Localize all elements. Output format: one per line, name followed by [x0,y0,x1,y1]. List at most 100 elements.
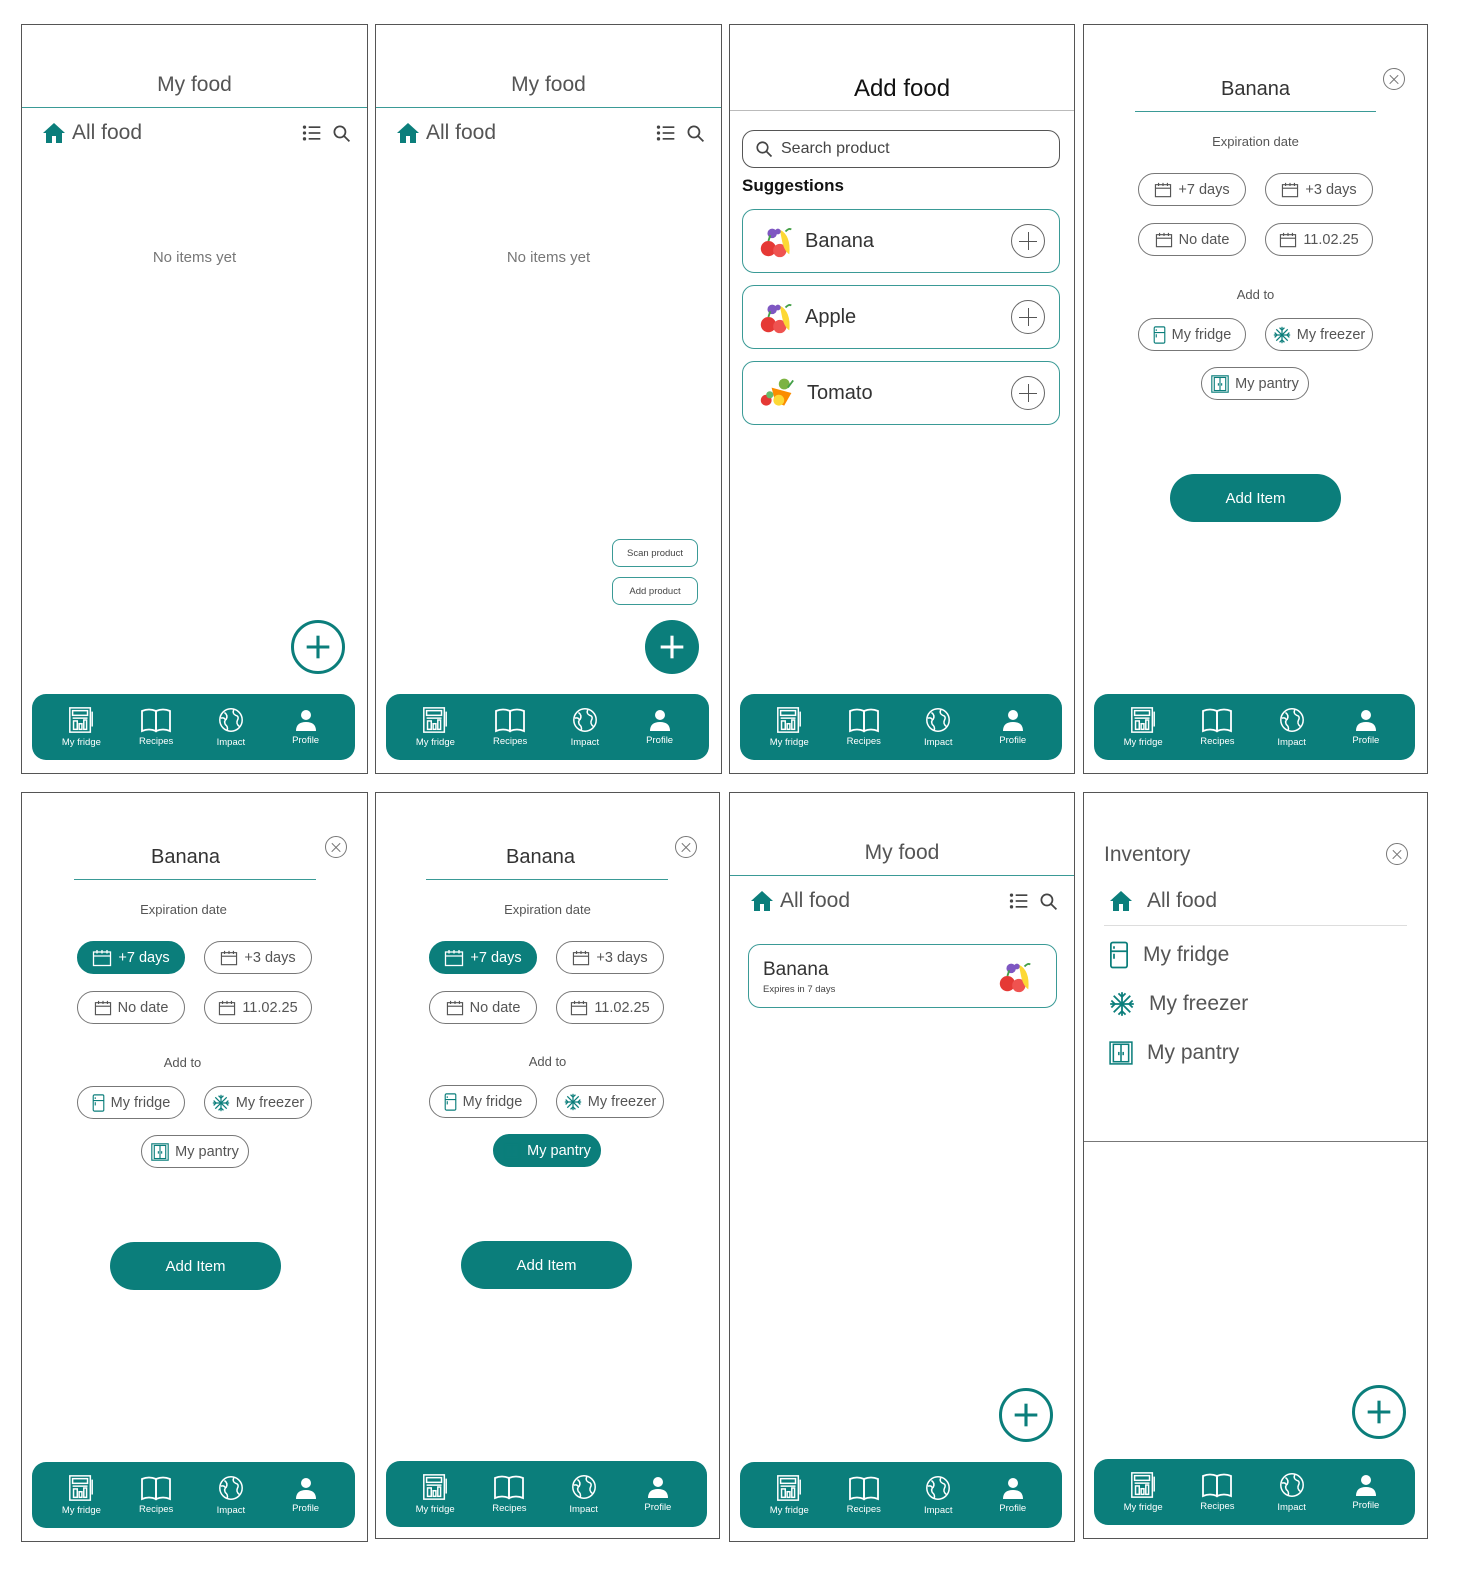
suggestion-item[interactable]: Banana [742,209,1060,273]
add-suggestion-button[interactable] [1011,224,1045,258]
nav-item-impact[interactable]: Impact [554,1473,614,1515]
list-view-icon[interactable] [302,123,322,143]
nav-item-impact[interactable]: Impact [1262,706,1322,748]
search-icon[interactable] [332,124,351,143]
nav-item-recipes[interactable]: Recipes [126,707,186,747]
nav-item-profile[interactable]: Profile [983,708,1043,746]
title-divider [426,879,668,880]
date-chip[interactable]: +3 days [204,941,312,974]
scan-product-button[interactable]: Scan product [612,539,698,567]
list-view-icon[interactable] [656,123,676,143]
date-chip[interactable]: No date [429,991,537,1024]
suggestion-item[interactable]: Apple [742,285,1060,349]
suggestion-item[interactable]: Tomato [742,361,1060,425]
add-fab-button[interactable] [645,620,699,674]
search-icon[interactable] [1039,892,1058,911]
add-suggestion-button[interactable] [1011,376,1045,410]
nav-item-profile[interactable]: Profile [628,1475,688,1513]
date-chip[interactable]: 11.02.25 [1265,223,1373,256]
nav-item-profile[interactable]: Profile [276,708,336,746]
inventory-item-freezer[interactable]: My freezer [1109,991,1248,1017]
add-item-button[interactable]: Add Item [1170,474,1341,522]
date-chip-selected[interactable]: +7 days [77,941,185,974]
date-chip[interactable]: No date [1138,223,1246,256]
inventory-item-pantry[interactable]: My pantry [1109,1041,1239,1065]
expiration-label: Expiration date [504,902,591,917]
date-chip[interactable]: +7 days [1138,173,1246,206]
location-chip[interactable]: My fridge [77,1086,185,1119]
nav-label: My fridge [1123,1502,1163,1513]
add-fab-button[interactable] [1352,1385,1406,1439]
date-chip[interactable]: No date [77,991,185,1024]
nav-item-my-fridge[interactable]: My fridge [759,1474,819,1516]
inventory-item-fridge[interactable]: My fridge [1109,941,1229,969]
nav-item-impact[interactable]: Impact [555,706,615,748]
nav-item-profile[interactable]: Profile [276,1476,336,1514]
location-chip[interactable]: My pantry [141,1135,249,1168]
close-icon[interactable] [675,836,697,858]
nav-item-profile[interactable]: Profile [1336,1473,1396,1511]
search-icon[interactable] [686,124,705,143]
screen-item-detail-date-selected: Banana Expiration date +7 days +3 days N… [21,792,368,1542]
date-chip[interactable]: +3 days [1265,173,1373,206]
add-fab-button[interactable] [999,1388,1053,1442]
close-icon[interactable] [1383,68,1405,90]
food-item-card[interactable]: Banana Expires in 7 days [748,944,1057,1008]
date-chip[interactable]: +3 days [556,941,664,974]
nav-item-profile[interactable]: Profile [630,708,690,746]
nav-item-my-fridge[interactable]: My fridge [405,706,465,748]
chip-label: My fridge [1171,326,1232,343]
close-icon[interactable] [1386,843,1408,865]
nav-item-recipes[interactable]: Recipes [126,1475,186,1515]
inventory-item-all-food[interactable]: All food [1109,889,1217,913]
nav-item-recipes[interactable]: Recipes [480,707,540,747]
date-chip-selected[interactable]: +7 days [429,941,537,974]
nav-item-recipes[interactable]: Recipes [834,707,894,747]
globe-icon [924,706,952,734]
list-view-icon[interactable] [1009,891,1029,911]
close-icon[interactable] [325,836,347,858]
location-chip[interactable]: My pantry [1201,367,1309,400]
nav-item-impact[interactable]: Impact [908,706,968,748]
date-chip[interactable]: 11.02.25 [556,991,664,1024]
all-food-label: All food [780,889,851,912]
search-field[interactable] [742,130,1060,168]
add-fab-button[interactable] [291,620,345,674]
search-input[interactable] [781,140,1031,158]
page-title: My food [157,73,232,96]
nav-item-my-fridge[interactable]: My fridge [51,1474,111,1516]
location-chip[interactable]: My fridge [429,1085,537,1118]
nav-item-impact[interactable]: Impact [201,1474,261,1516]
nav-item-impact[interactable]: Impact [201,706,261,748]
nav-item-my-fridge[interactable]: My fridge [51,706,111,748]
location-chip[interactable]: My freezer [204,1086,312,1119]
location-chip[interactable]: My freezer [556,1085,664,1118]
add-product-button[interactable]: Add product [612,577,698,605]
chip-label: My freezer [235,1094,305,1111]
nav-label: My fridge [769,1505,809,1516]
nav-item-recipes[interactable]: Recipes [1187,707,1247,747]
home-icon [42,121,66,145]
fridge-icon [92,1094,105,1112]
nav-item-my-fridge[interactable]: My fridge [759,706,819,748]
nav-item-recipes[interactable]: Recipes [479,1474,539,1514]
nav-item-my-fridge[interactable]: My fridge [405,1473,465,1515]
calendar-icon [1279,232,1297,248]
location-chip[interactable]: My freezer [1265,318,1373,351]
nav-item-my-fridge[interactable]: My fridge [1113,706,1173,748]
add-item-button[interactable]: Add Item [461,1241,632,1289]
location-chip-selected[interactable]: My pantry [493,1134,601,1167]
location-chip[interactable]: My fridge [1138,318,1246,351]
nav-item-profile[interactable]: Profile [983,1476,1043,1514]
nav-item-impact[interactable]: Impact [1262,1471,1322,1513]
date-chip[interactable]: 11.02.25 [204,991,312,1024]
nav-item-recipes[interactable]: Recipes [1187,1472,1247,1512]
nav-item-profile[interactable]: Profile [1336,708,1396,746]
add-suggestion-button[interactable] [1011,300,1045,334]
chip-label: +3 days [1305,181,1357,198]
nav-item-impact[interactable]: Impact [908,1474,968,1516]
add-item-button[interactable]: Add Item [110,1242,281,1290]
inventory-item-label: My freezer [1149,992,1249,1015]
nav-item-recipes[interactable]: Recipes [834,1475,894,1515]
nav-item-my-fridge[interactable]: My fridge [1113,1471,1173,1513]
